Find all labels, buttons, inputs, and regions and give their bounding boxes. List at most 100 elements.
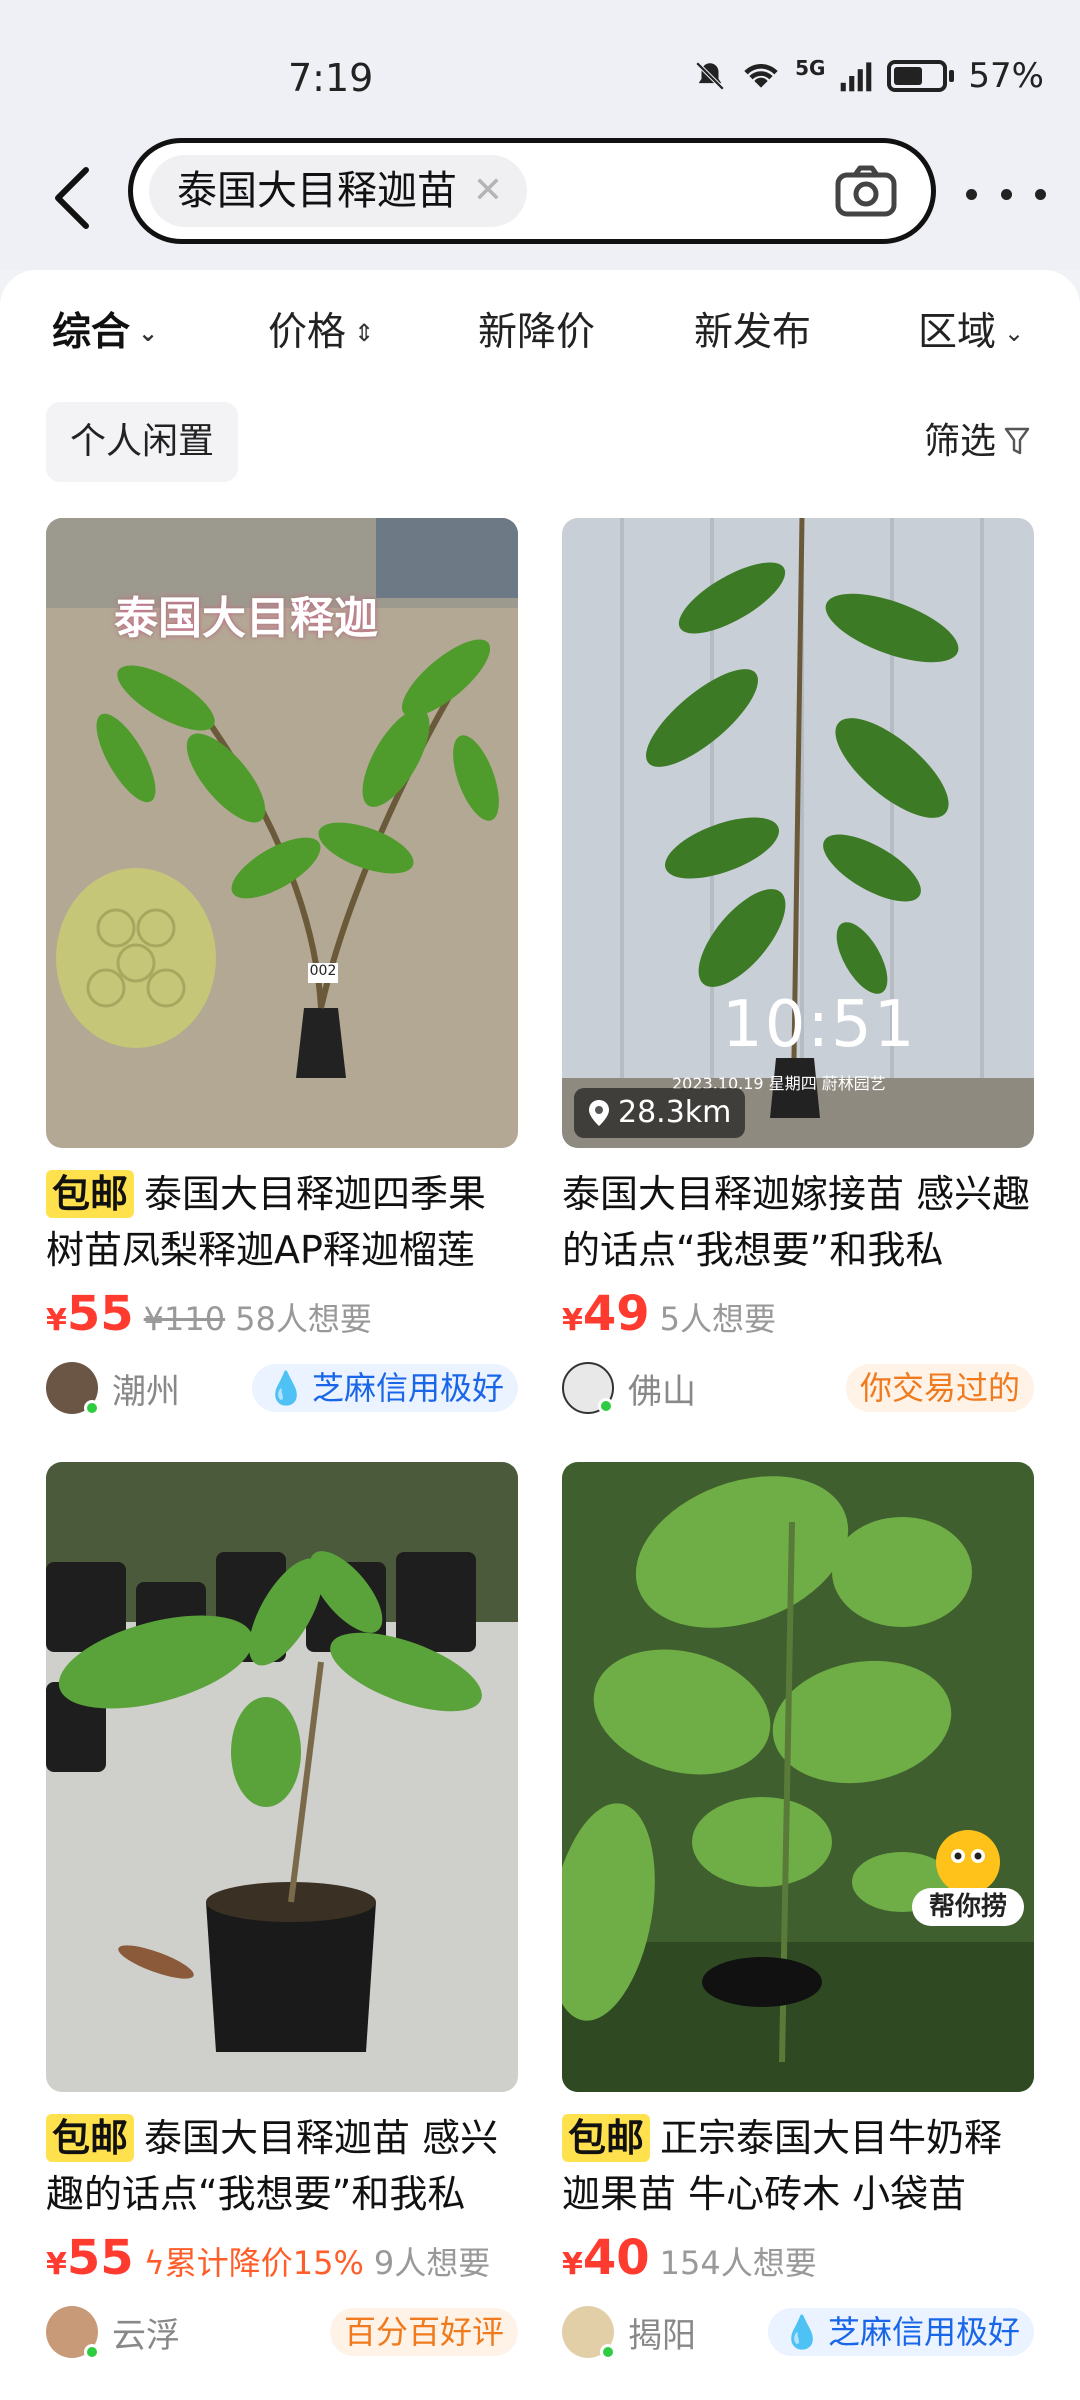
product-title[interactable]: 包邮 泰国大目释迦四季果树苗凤梨释迦AP释迦榴莲 bbox=[46, 1166, 518, 1278]
image-caption: 泰国大目释迦 bbox=[114, 593, 378, 644]
seller-location: 佛山 bbox=[628, 1371, 696, 1412]
search-query-chip[interactable]: 泰国大目释迦苗 ✕ bbox=[149, 155, 527, 227]
currency-symbol: ¥ bbox=[46, 1303, 67, 1338]
seller-location: 潮州 bbox=[112, 1371, 180, 1412]
seller-row[interactable]: 揭阳 💧 芝麻信用极好 bbox=[562, 2302, 1034, 2362]
product-title-text: 泰国大目释迦嫁接苗 感兴趣的话点“我想要”和我私 bbox=[562, 1172, 1031, 1272]
product-card[interactable]: 10:51 2023.10.19 星期四 蔚林园艺 28.3km 泰国大目释迦嫁… bbox=[562, 518, 1034, 1418]
distance-text: 28.3km bbox=[618, 1095, 732, 1130]
original-price: ¥110 bbox=[143, 1300, 226, 1338]
signal-icon bbox=[841, 62, 872, 92]
lightning-icon: ϟ bbox=[143, 2244, 165, 2282]
free-shipping-tag: 包邮 bbox=[562, 2114, 651, 2162]
currency-symbol: ¥ bbox=[562, 1303, 583, 1338]
status-bar: 7:19 5G 57% bbox=[0, 0, 1080, 140]
search-header: 泰国大目释迦苗 ✕ bbox=[0, 130, 1080, 270]
avatar[interactable] bbox=[46, 1362, 100, 1416]
tab-region[interactable]: 区域 ⌄ bbox=[918, 298, 1024, 368]
back-button[interactable] bbox=[46, 158, 98, 238]
distance-badge: 28.3km bbox=[574, 1088, 746, 1138]
free-shipping-tag: 包邮 bbox=[46, 2114, 135, 2162]
price-row: ¥40 154人想要 bbox=[562, 2230, 1034, 2290]
tab-label: 新降价 bbox=[478, 310, 596, 355]
wants-count: 58人想要 bbox=[235, 1300, 372, 1338]
product-image[interactable]: 泰国大目释迦 002 bbox=[46, 518, 518, 1148]
price-drop-text: 累计降价15% bbox=[164, 2244, 364, 2282]
tab-new-listing[interactable]: 新发布 bbox=[694, 298, 811, 368]
product-title[interactable]: 包邮 泰国大目释迦苗 感兴趣的话点“我想要”和我私 bbox=[46, 2110, 518, 2222]
product-image[interactable] bbox=[46, 1462, 518, 2092]
price-value: 40 bbox=[582, 2230, 650, 2286]
more-dot bbox=[1035, 188, 1046, 200]
price-row: ¥55 ϟ累计降价15% 9人想要 bbox=[46, 2230, 518, 2290]
plant-photo bbox=[46, 1462, 518, 2092]
price-row: ¥49 5人想要 bbox=[562, 1286, 1034, 1346]
credit-badge: 💧 芝麻信用极好 bbox=[768, 2308, 1034, 2356]
price-drop-label: ϟ累计降价15% bbox=[144, 2238, 364, 2284]
more-dot bbox=[1000, 188, 1012, 200]
wifi-icon bbox=[744, 63, 778, 88]
clear-query-icon[interactable]: ✕ bbox=[473, 155, 503, 227]
product-image[interactable]: 10:51 2023.10.19 星期四 蔚林园艺 28.3km bbox=[562, 518, 1034, 1148]
product-card[interactable]: 包邮 泰国大目释迦苗 感兴趣的话点“我想要”和我私 ¥55 ϟ累计降价15% 9人… bbox=[46, 1462, 518, 2362]
tab-new-price-drop[interactable]: 新降价 bbox=[478, 298, 595, 368]
chevron-down-icon: ⌄ bbox=[1004, 319, 1025, 347]
sort-updown-icon: ⇕ bbox=[354, 319, 375, 347]
tab-label: 价格 bbox=[268, 310, 347, 355]
wants-count: 154人想要 bbox=[659, 2244, 817, 2282]
free-shipping-tag: 包邮 bbox=[46, 1170, 135, 1218]
battery-level: 57% bbox=[968, 56, 1044, 96]
price: ¥55 bbox=[46, 2230, 134, 2286]
wants-count: 9人想要 bbox=[373, 2244, 491, 2282]
seller-row[interactable]: 云浮 百分百好评 bbox=[46, 2302, 518, 2362]
more-menu-button[interactable] bbox=[966, 174, 1046, 214]
price-value: 55 bbox=[66, 1286, 134, 1342]
battery-tip bbox=[949, 70, 955, 82]
product-title[interactable]: 泰国大目释迦嫁接苗 感兴趣的话点“我想要”和我私 bbox=[562, 1166, 1034, 1278]
tab-label: 新发布 bbox=[694, 310, 812, 355]
badge-text: 芝麻信用极好 bbox=[311, 1369, 504, 1407]
drop-icon: 💧 bbox=[266, 1369, 306, 1407]
seller-row[interactable]: 佛山 你交易过的 bbox=[562, 1358, 1034, 1418]
product-image[interactable]: 帮你捞 bbox=[562, 1462, 1034, 2092]
wants-count: 5人想要 bbox=[659, 1300, 777, 1338]
currency-symbol: ¥ bbox=[46, 2247, 67, 2282]
drop-icon: 💧 bbox=[782, 2313, 822, 2351]
price: ¥55 bbox=[46, 1286, 134, 1342]
funnel-icon bbox=[1004, 427, 1030, 455]
product-card[interactable]: 泰国大目释迦 002 包邮 泰国大目释迦四季果树苗凤梨释迦AP释迦榴莲 ¥55 ¥… bbox=[46, 518, 518, 1418]
price-value: 49 bbox=[582, 1286, 650, 1342]
product-title[interactable]: 包邮 正宗泰国大目牛奶释迦果苗 牛心砖木 小袋苗 bbox=[562, 2110, 1034, 2222]
status-icons: 5G 57% bbox=[693, 56, 1044, 96]
mascot-label: 帮你捞 bbox=[928, 1892, 1007, 1922]
location-pin-icon bbox=[589, 1100, 609, 1126]
product-card[interactable]: 帮你捞 包邮 正宗泰国大目牛奶释迦果苗 牛心砖木 小袋苗 ¥40 154人想要 揭… bbox=[562, 1462, 1034, 2362]
personal-idle-filter[interactable]: 个人闲置 bbox=[46, 402, 239, 482]
filter-button[interactable]: 筛选 bbox=[924, 402, 1030, 482]
price-row: ¥55 ¥110 58人想要 bbox=[46, 1286, 518, 1346]
tab-price[interactable]: 价格 ⇕ bbox=[268, 298, 374, 368]
online-indicator bbox=[600, 2344, 616, 2360]
price: ¥49 bbox=[562, 1286, 650, 1342]
avatar[interactable] bbox=[562, 2306, 616, 2360]
image-label: 002 bbox=[309, 963, 337, 979]
status-time: 7:19 bbox=[288, 56, 374, 100]
mute-bell-icon bbox=[695, 61, 725, 91]
avatar[interactable] bbox=[562, 1362, 614, 1414]
network-type: 5G bbox=[795, 56, 826, 80]
filter-label: 筛选 bbox=[923, 421, 996, 462]
tab-label: 区域 bbox=[918, 310, 997, 355]
price: ¥40 bbox=[562, 2230, 650, 2286]
search-query-text: 泰国大目释迦苗 bbox=[177, 168, 457, 214]
avatar[interactable] bbox=[46, 2306, 100, 2360]
results-panel: 综合 ⌄ 价格 ⇕ 新降价 新发布 区域 ⌄ 个人闲置 筛选 泰国大目释迦 00… bbox=[0, 270, 1080, 2400]
more-dot bbox=[966, 188, 977, 200]
tab-comprehensive[interactable]: 综合 ⌄ bbox=[52, 298, 158, 368]
currency-symbol: ¥ bbox=[562, 2247, 583, 2282]
chevron-down-icon: ⌄ bbox=[138, 319, 159, 347]
seller-row[interactable]: 潮州 💧 芝麻信用极好 bbox=[46, 1358, 518, 1418]
plant-photo bbox=[562, 1462, 1034, 2092]
back-arrow-icon bbox=[55, 167, 89, 229]
search-input[interactable]: 泰国大目释迦苗 ✕ bbox=[128, 138, 936, 244]
camera-icon[interactable] bbox=[835, 165, 897, 217]
